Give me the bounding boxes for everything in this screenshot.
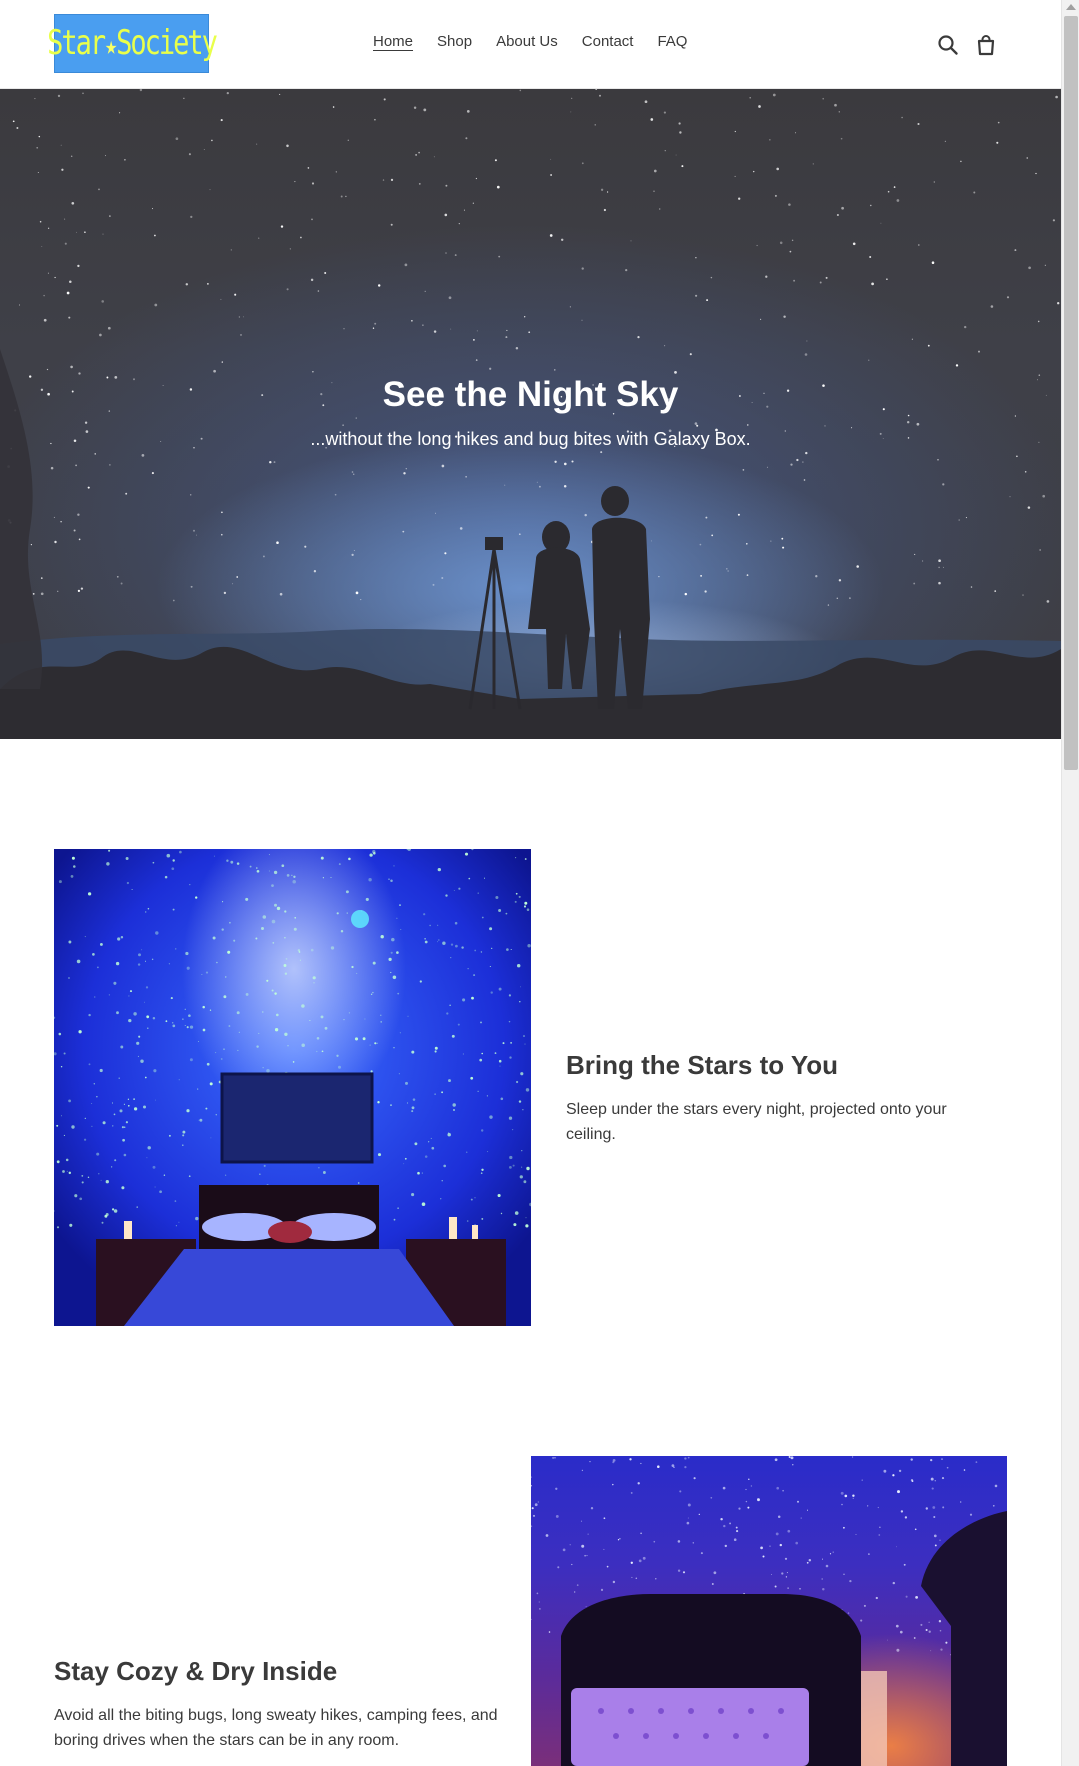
- scroll-thumb[interactable]: [1064, 16, 1078, 770]
- feature-heading: Stay Cozy & Dry Inside: [54, 1656, 338, 1686]
- cart-icon[interactable]: [975, 34, 997, 56]
- star-icon: ★: [105, 30, 117, 61]
- hero-title: See the Night Sky: [382, 375, 679, 414]
- nav-home[interactable]: Home: [373, 33, 413, 50]
- hero-banner: See the Night Sky ...without the long hi…: [0, 89, 1061, 739]
- search-icon[interactable]: [937, 34, 959, 56]
- site-logo[interactable]: Star★Society: [47, 14, 218, 73]
- scroll-up-arrow-icon[interactable]: [1066, 4, 1076, 10]
- hero-subtitle: ...without the long hikes and bug bites …: [310, 429, 751, 449]
- feature-body: Sleep under the stars every night, proje…: [566, 1101, 947, 1143]
- logo-text: Star★Society: [47, 24, 218, 63]
- nav-faq[interactable]: FAQ: [657, 33, 687, 50]
- feature-body: Avoid all the biting bugs, long sweaty h…: [54, 1707, 498, 1749]
- nav-contact[interactable]: Contact: [582, 33, 634, 50]
- site-header: Star★Society Home Shop About Us Contact …: [0, 0, 1061, 89]
- feature-image-room-stars: [531, 1456, 1007, 1766]
- feature-heading: Bring the Stars to You: [566, 1050, 839, 1080]
- nav-shop[interactable]: Shop: [437, 33, 472, 50]
- main-nav: Home Shop About Us Contact FAQ: [373, 33, 687, 50]
- page-scrollbar[interactable]: [1061, 0, 1079, 1766]
- page: Star★Society Home Shop About Us Contact …: [0, 0, 1061, 1766]
- feature-image-bedroom-stars: [54, 849, 531, 1326]
- nav-about-us[interactable]: About Us: [496, 33, 558, 50]
